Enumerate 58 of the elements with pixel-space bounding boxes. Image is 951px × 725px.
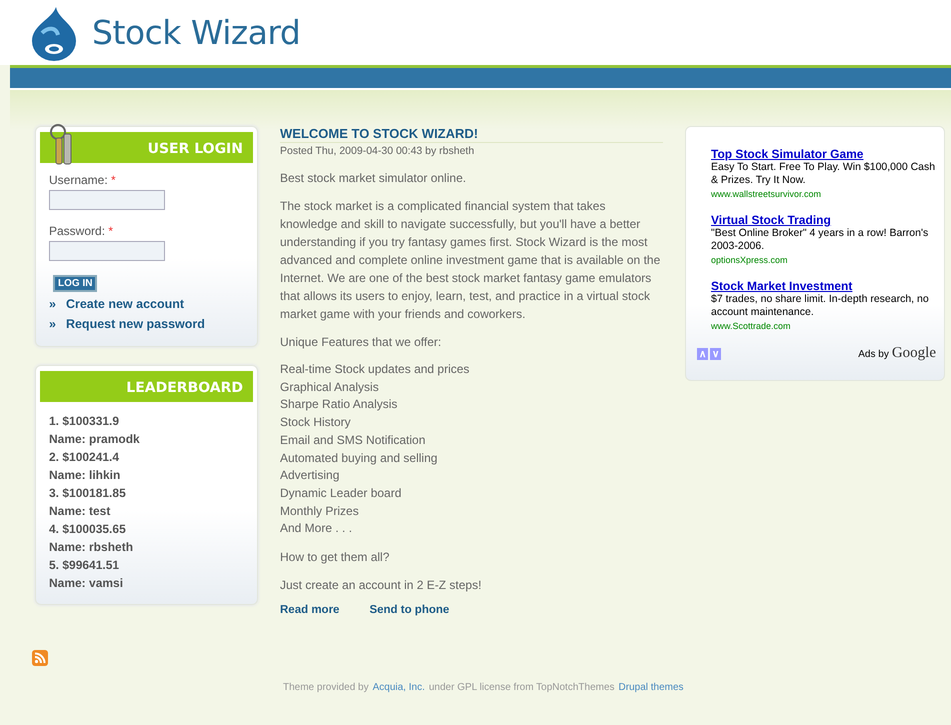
article-paragraph: Best stock market simulator online. — [280, 170, 468, 187]
footer-link[interactable]: Acquia, Inc. — [372, 682, 425, 694]
post-meta: Posted Thu, 2009-04-30 00:43 by rbsheth — [280, 145, 476, 157]
login-link[interactable]: Create new account — [66, 294, 184, 314]
username-label: Username: * — [49, 173, 117, 187]
feature-item: And More . . . — [280, 520, 354, 538]
bullet-mark: » — [49, 316, 56, 333]
block-title: LEADERBOARD — [126, 380, 243, 396]
leader-name: Name: lihkin — [49, 467, 122, 484]
leader-score: 5. $99641.51 — [49, 557, 120, 574]
ad-title-link[interactable]: Virtual Stock Trading — [711, 213, 936, 227]
leader-name: Name: rbsheth — [49, 539, 134, 556]
ads-brand-label[interactable]: Google — [892, 345, 936, 362]
ad-url[interactable]: www.Scottrade.com — [711, 321, 936, 331]
footer-text: under GPL license from TopNotchThemes — [428, 682, 615, 694]
leader-score: 1. $100331.9 — [49, 413, 120, 430]
block-title: USER LOGIN — [148, 141, 243, 157]
feature-item: Advertising — [280, 467, 340, 484]
article-paragraph: How to get them all? — [280, 549, 390, 566]
site-name[interactable]: Stock Wizard — [92, 13, 300, 52]
drop-logo-icon — [30, 4, 78, 60]
article-title[interactable]: WELCOME TO STOCK WIZARD! — [280, 126, 663, 143]
username-field[interactable] — [49, 190, 165, 210]
leader-score: 4. $100035.65 — [49, 521, 127, 538]
rss-feed-icon[interactable] — [32, 650, 48, 666]
ad-url[interactable]: www.wallstreetsurvivor.com — [711, 189, 936, 199]
article-paragraph: Just create an account in 2 E-Z steps! — [280, 577, 482, 594]
login-button[interactable]: LOG IN — [53, 275, 98, 292]
feature-item: Email and SMS Notification — [280, 432, 426, 449]
feature-item: Graphical Analysis — [280, 378, 380, 396]
article-paragraph: Unique Features that we offer: — [280, 334, 442, 351]
article-link[interactable]: Read more — [280, 604, 340, 616]
ad-url[interactable]: optionsXpress.com — [711, 255, 936, 265]
password-label: Password: * — [49, 224, 114, 238]
leader-name: Name: pramodk — [49, 431, 141, 448]
feature-item: Sharpe Ratio Analysis — [280, 396, 398, 414]
footer-link[interactable]: Drupal themes — [618, 682, 684, 694]
bullet-mark: » — [49, 296, 56, 313]
ad-text: "Best Online Broker" 4 years in a row! Barron's 2003-2006. — [711, 227, 930, 253]
feature-item: Dynamic Leader board — [280, 484, 402, 502]
leader-score: 3. $100181.85 — [49, 485, 127, 502]
ad-title-link[interactable]: Top Stock Simulator Game — [711, 147, 936, 161]
feature-item: Monthly Prizes — [280, 502, 360, 520]
footer-text: Theme provided by — [283, 682, 369, 694]
password-field[interactable] — [49, 241, 165, 261]
leader-name: Name: vamsi — [49, 575, 124, 592]
article-link[interactable]: Send to phone — [369, 604, 450, 616]
login-link[interactable]: Request new password — [66, 314, 205, 334]
ad-text: Easy To Start. Free To Play. Win $100,000 Cash & Prizes. Try It Now. — [711, 161, 936, 187]
feature-item: Stock History — [280, 414, 352, 432]
leader-name: Name: test — [49, 503, 112, 520]
ad-title-link[interactable]: Stock Market Investment — [711, 279, 936, 293]
leader-score: 2. $100241.4 — [49, 449, 120, 466]
feature-item: Real-time Stock updates and prices — [280, 361, 470, 378]
article-paragraph: The stock market is a complicated financial system that takes knowledge and skill to navigate successfully, but you'll have a better understanding if you try fantasy games first. Stock Wizard is the most advanced and complete online investment game that is available on the Internet. We are one of the best stock market fantasy game emulators that allows its users to enjoy, learn, test, and practice in a virtual stock market game with your friends and coworkers. — [280, 198, 662, 323]
ad-text: $7 trades, no share limit. In-depth research, no account maintenance. — [711, 293, 930, 319]
feature-item: Automated buying and selling — [280, 450, 438, 467]
ads-by-label: Ads by — [858, 349, 889, 360]
